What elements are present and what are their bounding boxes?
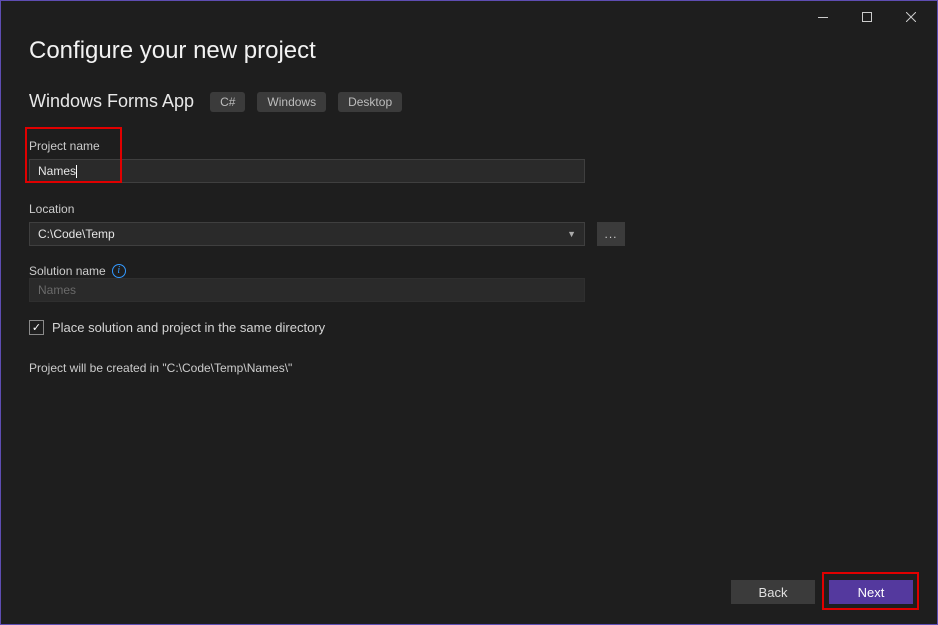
text-caret (76, 165, 77, 178)
solution-name-label: Solution name (29, 264, 106, 278)
project-name-label: Project name (29, 139, 100, 153)
project-name-input[interactable]: Names (29, 159, 585, 183)
browse-button[interactable]: ... (597, 222, 625, 246)
maximize-button[interactable] (845, 2, 889, 32)
page-title: Configure your new project (29, 37, 909, 65)
solution-name-input (29, 278, 585, 302)
location-value: C:\Code\Temp (38, 227, 115, 241)
tag-language: C# (210, 92, 245, 112)
template-name: Windows Forms App (29, 91, 194, 112)
tag-platform: Windows (257, 92, 326, 112)
location-label: Location (29, 202, 74, 216)
close-button[interactable] (889, 2, 933, 32)
solution-name-field: Solution name i (29, 264, 909, 302)
template-summary: Windows Forms App C# Windows Desktop (29, 91, 909, 112)
back-button[interactable]: Back (731, 580, 815, 604)
info-icon[interactable]: i (112, 264, 126, 278)
chevron-down-icon: ▼ (567, 229, 576, 239)
project-name-value: Names (38, 164, 76, 178)
window-titlebar (1, 1, 937, 33)
project-name-field: Project name Names (29, 138, 909, 183)
next-button[interactable]: Next (829, 580, 913, 604)
minimize-button[interactable] (801, 2, 845, 32)
same-directory-label: Place solution and project in the same d… (52, 320, 325, 335)
location-dropdown[interactable]: C:\Code\Temp ▼ (29, 222, 585, 246)
tag-type: Desktop (338, 92, 402, 112)
wizard-footer: Back Next (731, 580, 913, 604)
same-directory-checkbox[interactable]: ✓ (29, 320, 44, 335)
location-field: Location C:\Code\Temp ▼ ... (29, 201, 909, 246)
creation-path-summary: Project will be created in "C:\Code\Temp… (29, 361, 909, 375)
same-directory-checkbox-row[interactable]: ✓ Place solution and project in the same… (29, 320, 909, 335)
